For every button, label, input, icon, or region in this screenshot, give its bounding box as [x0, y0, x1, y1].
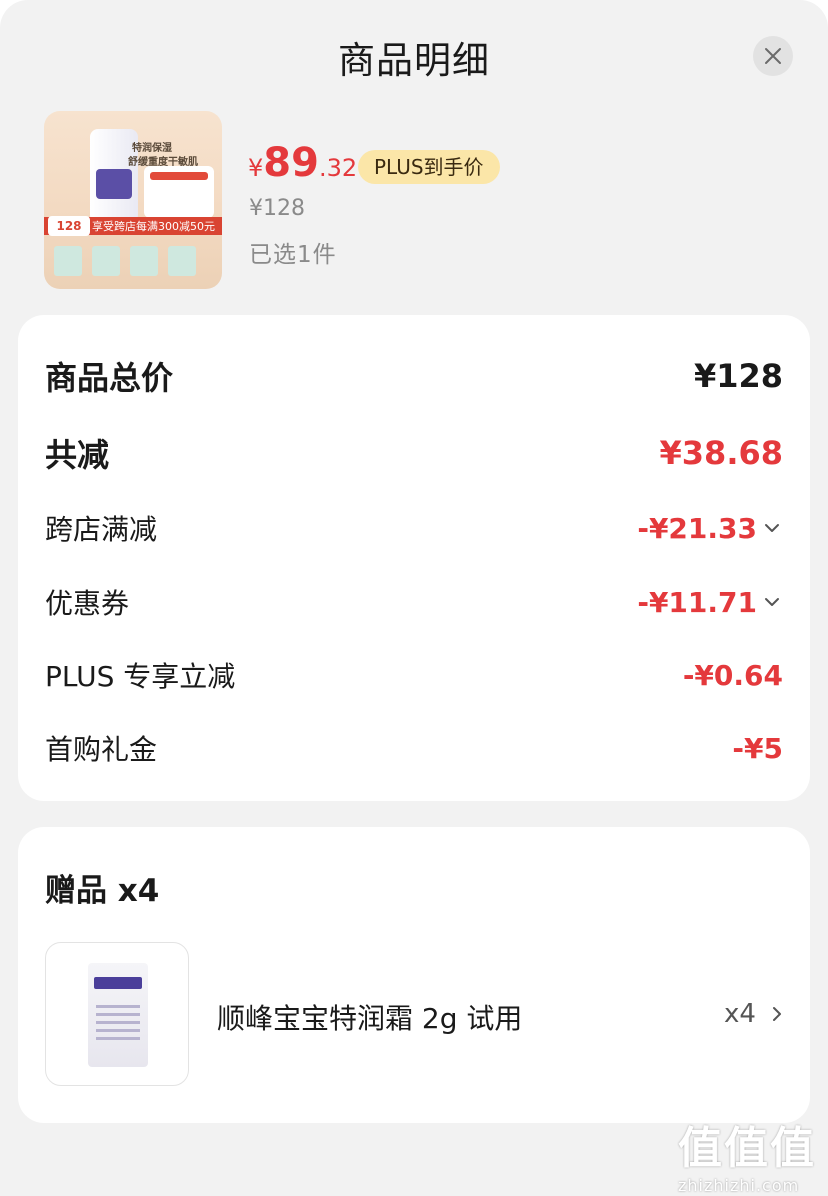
close-button[interactable] [753, 36, 793, 76]
gift-image[interactable] [45, 942, 189, 1086]
row-value: -¥21.33 [637, 511, 757, 545]
breakdown-row-coupon[interactable]: 优惠券 -¥11.71 [45, 582, 783, 622]
chevron-down-icon[interactable] [761, 591, 783, 613]
gift-pack-graphic [88, 963, 148, 1067]
price-decimal: .32 [318, 154, 358, 182]
gift-qty-link[interactable]: x4 [724, 999, 786, 1029]
row-value: -¥5 [732, 731, 783, 765]
price-breakdown-card: 商品总价 ¥128 共减 ¥38.68 跨店满减 -¥21.33 优惠券 -¥1… [18, 315, 810, 801]
product-tube-graphic [90, 129, 138, 229]
thumb-price: 128 [48, 216, 90, 236]
thumb-headline-1: 特润保湿 [132, 143, 172, 154]
breakdown-row-first-purchase: 首购礼金 -¥5 [45, 728, 783, 768]
watermark-text: zhizhizhi.com [678, 1176, 800, 1195]
price-integer: 89 [263, 140, 319, 186]
row-value: ¥38.68 [659, 434, 783, 472]
thumb-promo-text: 享受跨店每满300减50元 [92, 220, 215, 233]
close-icon [765, 48, 781, 64]
gift-qty: x4 [724, 999, 756, 1029]
row-label: 首购礼金 [45, 733, 158, 766]
watermark-logo: 值值值 [678, 1123, 816, 1174]
gift-name[interactable]: 顺峰宝宝特润霜 2g 试用 [217, 997, 522, 1037]
selected-count: 已选1件 [249, 242, 337, 268]
gifts-title: 赠品 x4 [45, 873, 160, 909]
row-value-wrap: -¥21.33 [637, 512, 783, 545]
thumb-gift-boxes [54, 246, 196, 276]
row-value: -¥0.64 [682, 658, 783, 692]
chevron-down-icon[interactable] [761, 517, 783, 539]
breakdown-row-plus: PLUS 专享立减 -¥0.64 [45, 655, 783, 695]
row-value-wrap: -¥11.71 [637, 586, 783, 619]
watermark: 值值值 zhizhizhi.com [678, 1112, 818, 1195]
row-label: PLUS 专享立减 [45, 660, 236, 693]
plus-price-badge: PLUS到手价 [358, 150, 500, 184]
breakdown-row-discount-total: 共减 ¥38.68 [45, 430, 783, 476]
breakdown-row-cross-store[interactable]: 跨店满减 -¥21.33 [45, 508, 783, 548]
product-card-graphic [144, 166, 214, 218]
original-price: ¥128 [249, 196, 305, 221]
page-title: 商品明细 [338, 39, 490, 82]
chevron-right-icon [772, 1007, 781, 1021]
row-value: -¥11.71 [637, 585, 757, 619]
detail-sheet: 商品明细 特润保湿 舒缓重度干敏肌 128 享受跨店每满300减50元 ¥89.… [0, 0, 828, 1196]
gifts-card: 赠品 x4 顺峰宝宝特润霜 2g 试用 x4 [18, 827, 810, 1123]
row-label: 跨店满减 [45, 513, 158, 546]
row-label: 共减 [45, 436, 110, 474]
row-label: 优惠券 [45, 587, 130, 620]
product-image[interactable]: 特润保湿 舒缓重度干敏肌 128 享受跨店每满300减50元 [44, 111, 222, 289]
row-value: ¥128 [693, 357, 783, 395]
final-price: ¥89.32 [248, 140, 357, 186]
row-label: 商品总价 [45, 359, 174, 397]
price-currency: ¥ [248, 154, 264, 182]
breakdown-row-total: 商品总价 ¥128 [45, 353, 783, 399]
